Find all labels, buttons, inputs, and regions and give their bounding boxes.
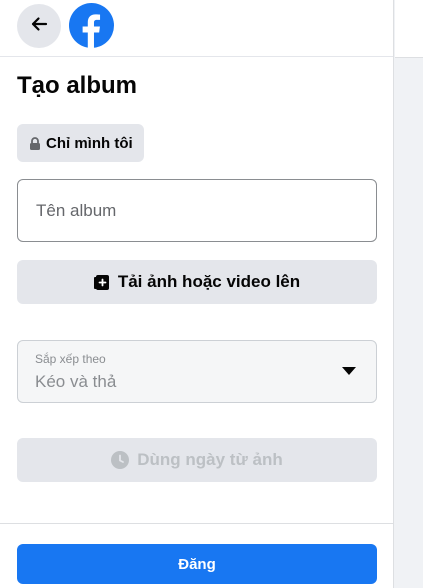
- back-button[interactable]: [17, 4, 61, 48]
- use-date-from-photos-button[interactable]: Dùng ngày từ ảnh: [17, 438, 377, 482]
- footer-divider: [0, 523, 393, 524]
- create-album-panel: Tạo album Chỉ mình tôi Tải ảnh hoặc vide…: [0, 0, 394, 588]
- upload-photos-videos-button[interactable]: Tải ảnh hoặc video lên: [17, 260, 377, 304]
- sort-value: Kéo và thả: [35, 372, 117, 391]
- background-header-strip: [395, 0, 423, 58]
- upload-label: Tải ảnh hoặc video lên: [117, 272, 301, 291]
- post-button[interactable]: Đăng: [17, 544, 377, 584]
- post-label: Đăng: [178, 555, 216, 573]
- clock-icon: [111, 451, 130, 469]
- facebook-logo-icon[interactable]: [69, 3, 114, 49]
- privacy-selector-button[interactable]: Chỉ mình tôi: [17, 124, 144, 162]
- sort-order-select[interactable]: Sắp xếp theo Kéo và thả: [17, 340, 377, 403]
- album-name-field[interactable]: [17, 179, 377, 242]
- privacy-label: Chỉ mình tôi: [46, 134, 133, 152]
- sort-label: Sắp xếp theo: [35, 352, 106, 366]
- top-bar: [0, 0, 393, 57]
- add-photo-icon: [93, 274, 110, 291]
- caret-down-icon: [342, 367, 356, 375]
- page-title: Tạo album: [17, 72, 138, 99]
- arrow-left-icon: [29, 14, 49, 39]
- date-from-photos-label: Dùng ngày từ ảnh: [137, 450, 283, 469]
- lock-icon: [29, 136, 41, 150]
- album-name-input[interactable]: [18, 180, 376, 241]
